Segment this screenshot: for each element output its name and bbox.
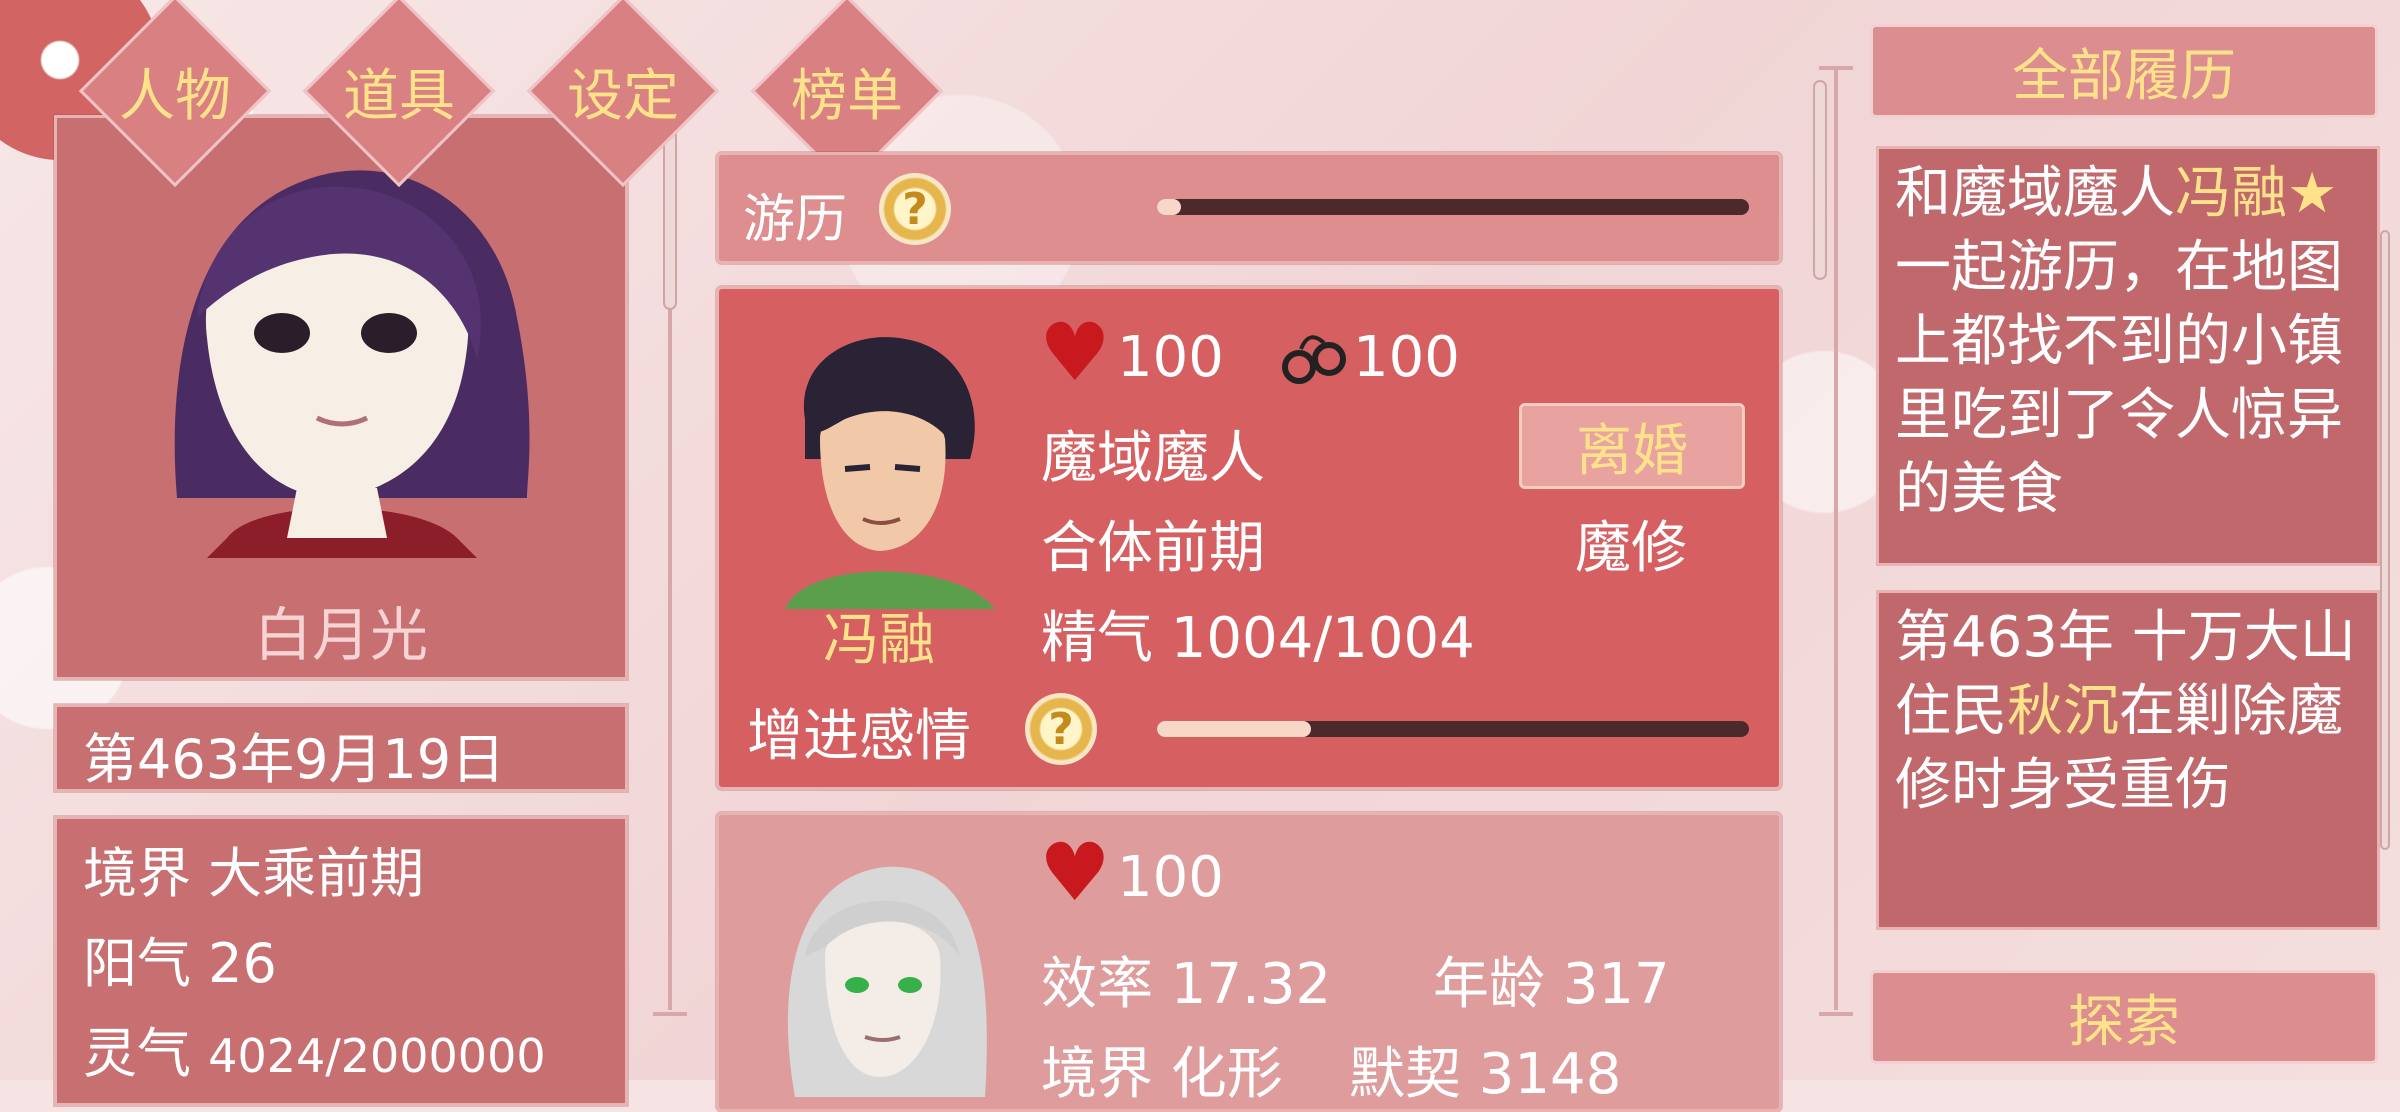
player-qi-label: 灵气 xyxy=(83,1022,191,1085)
middle-scroll-rail[interactable] xyxy=(1834,70,1838,1010)
star-icon: ★ xyxy=(2287,161,2338,226)
affection-progress-bar[interactable] xyxy=(1157,721,1749,737)
companion-race: 魔域魔人 xyxy=(1041,426,1265,491)
travel-help-icon[interactable]: ? xyxy=(879,173,951,245)
handcuffs-icon xyxy=(1282,335,1346,384)
tab-label: 人物 xyxy=(119,63,231,129)
player-realm: 境界 大乘前期 xyxy=(83,842,425,905)
affection-label: 增进感情 xyxy=(747,704,971,769)
left-scroll-rail-cap xyxy=(653,1012,687,1016)
player-yang: 阳气 26 xyxy=(83,932,277,995)
player-portrait-panel[interactable]: 白月光 xyxy=(54,115,628,680)
companion-love: 100 xyxy=(1117,325,1224,390)
tab-settings[interactable]: 设定 xyxy=(526,0,720,188)
history-name-highlight: 冯融 xyxy=(2175,161,2287,226)
affection-progress-fill xyxy=(1157,721,1311,737)
heart-icon: ♥ xyxy=(1039,306,1111,399)
companion-bond: 100 xyxy=(1353,325,1460,390)
companion-age: 年龄 317 xyxy=(1433,952,1670,1017)
player-stats-panel: 境界 大乘前期 阳气 26 灵气 4024/2000000 xyxy=(54,816,628,1106)
companion-efficiency: 效率 17.32 xyxy=(1041,952,1332,1017)
travel-panel[interactable]: 游历 ? xyxy=(716,152,1782,264)
history-entry: 第463年 十万大山住民秋沉在剿除魔修时身受重伤 xyxy=(1876,590,2380,930)
travel-progress-bar xyxy=(1157,199,1749,215)
date-panel: 第463年9月19日 xyxy=(54,704,628,792)
player-qi: 灵气 4024/2000000 xyxy=(83,1009,546,1088)
divorce-button[interactable]: 离婚 xyxy=(1519,403,1745,489)
game-date: 第463年9月19日 xyxy=(83,728,506,791)
companion-love: 100 xyxy=(1117,845,1224,910)
player-portrait xyxy=(174,170,530,558)
companion-jingqi: 精气 1004/1004 xyxy=(1041,606,1475,671)
companion-portrait xyxy=(787,866,987,1097)
tab-label: 设定 xyxy=(567,63,679,129)
history-scroll-thumb[interactable] xyxy=(2380,230,2390,850)
middle-scroll-rail-cap xyxy=(1819,66,1853,70)
companion-stage: 合体前期 xyxy=(1041,516,1265,581)
companion-card[interactable]: ♥ 100 效率 17.32 年龄 317 境界 化形 默契 3148 xyxy=(716,812,1782,1112)
explore-button[interactable]: 探索 xyxy=(1870,970,2378,1064)
middle-scroll-rail-cap xyxy=(1819,1012,1853,1016)
travel-label: 游历 xyxy=(743,190,848,250)
companion-name: 冯融 xyxy=(823,608,935,673)
player-qi-value: 4024/2000000 xyxy=(208,1029,546,1083)
heart-icon: ♥ xyxy=(1039,826,1111,919)
tab-label: 道具 xyxy=(343,63,455,129)
tab-items[interactable]: 道具 xyxy=(302,0,496,188)
companion-portrait xyxy=(785,337,995,609)
player-name: 白月光 xyxy=(253,601,428,669)
history-entry: 和魔域魔人冯融★一起游历，在地图上都找不到的小镇里吃到了令人惊异的美食 xyxy=(1876,146,2380,566)
tab-label: 榜单 xyxy=(791,63,903,129)
middle-scroll-thumb[interactable] xyxy=(1813,80,1827,280)
companion-card[interactable]: 冯融 ♥ 100 100 魔域魔人 合体前期 精气 1004/1004 离婚 魔… xyxy=(716,286,1782,790)
affection-help-icon[interactable]: ? xyxy=(1025,693,1097,765)
travel-progress-fill xyxy=(1157,199,1181,215)
all-history-button[interactable]: 全部履历 xyxy=(1870,24,2378,118)
tab-character[interactable]: 人物 xyxy=(78,0,272,188)
companion-cultivation: 魔修 xyxy=(1575,516,1687,581)
companion-tacit: 默契 3148 xyxy=(1349,1042,1622,1107)
tab-rankings[interactable]: 榜单 xyxy=(750,0,944,188)
history-name-highlight: 秋沉 xyxy=(2007,679,2119,744)
companion-realm: 境界 化形 xyxy=(1041,1042,1283,1107)
